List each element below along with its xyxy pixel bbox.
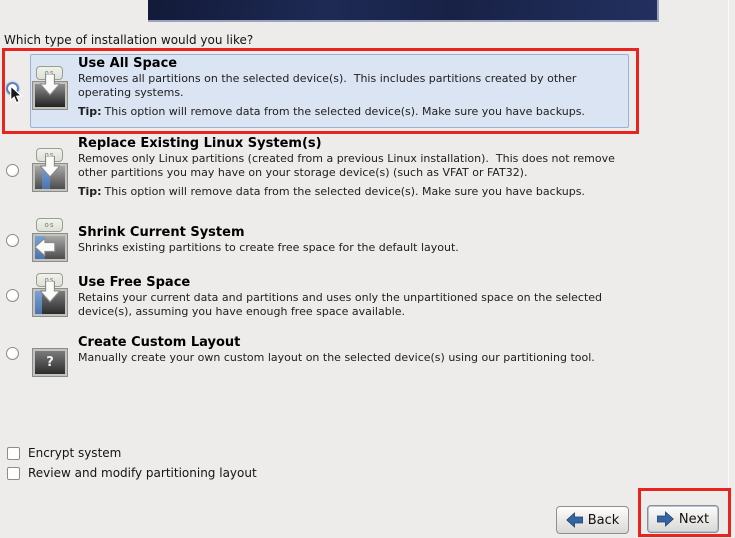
option-row-custom-layout[interactable]: ? Create Custom Layout Manually create y… (0, 333, 735, 383)
installer-partition-type-screen: Which type of installation would you lik… (0, 0, 735, 538)
review-partitioning-checkbox[interactable] (7, 466, 20, 480)
option-description: Manually create your own custom layout o… (78, 351, 595, 364)
option-row-replace-linux[interactable]: os Replace Existing Linux System(s) Remo… (0, 134, 735, 222)
option-title: Create Custom Layout (78, 335, 241, 350)
option-row-use-all-space[interactable]: os Use All Space Removes all partitions … (0, 48, 735, 138)
radio-custom-layout[interactable] (6, 347, 19, 360)
option-description: Retains your current data and partitions… (78, 291, 606, 318)
replace-linux-icon: os (32, 148, 68, 192)
option-title: Use Free Space (78, 275, 191, 290)
tip-text: This option will remove data from the se… (104, 185, 585, 198)
radio-replace-linux[interactable] (6, 164, 19, 177)
arrow-down-icon (40, 281, 60, 303)
option-description: Removes only Linux partitions (created f… (78, 152, 619, 179)
arrow-down-icon (40, 74, 60, 96)
back-arrow-icon (565, 512, 583, 528)
next-arrow-icon (656, 511, 674, 527)
encrypt-system-checkbox[interactable] (7, 446, 20, 460)
question-disk-icon: ? (32, 348, 68, 377)
radio-shrink-system[interactable] (6, 234, 19, 247)
shrink-system-icon: os (32, 218, 68, 262)
question-mark-glyph: ? (46, 355, 54, 370)
next-button[interactable]: Next (647, 505, 719, 533)
next-button-label: Next (678, 511, 710, 527)
back-button[interactable]: Back (556, 506, 629, 534)
os-bubble-icon: os (36, 218, 63, 232)
radio-use-free-space[interactable] (6, 289, 19, 302)
option-description: Shrinks existing partitions to create fr… (78, 241, 459, 254)
option-tip: Tip: This option will remove data from th… (78, 185, 626, 199)
encrypt-system-label: Encrypt system (28, 446, 122, 460)
mouse-cursor-icon (10, 85, 23, 104)
tip-text: This option will remove data from the se… (104, 105, 585, 118)
review-partitioning-row[interactable]: Review and modify partitioning layout (7, 466, 257, 480)
review-partitioning-label: Review and modify partitioning layout (28, 466, 257, 480)
custom-layout-icon: ? (32, 333, 68, 377)
installer-banner (148, 0, 659, 22)
option-row-use-free-space[interactable]: os Use Free Space Retains your current d… (0, 271, 735, 331)
option-title: Use All Space (78, 56, 178, 71)
option-title: Shrink Current System (78, 225, 245, 240)
encrypt-system-row[interactable]: Encrypt system (7, 446, 121, 460)
option-description: Removes all partitions on the selected d… (78, 72, 580, 99)
arrow-down-icon (40, 156, 60, 178)
back-button-label: Back (587, 512, 620, 528)
use-all-space-icon: os (32, 66, 68, 110)
option-tip: Tip: This option will remove data from th… (78, 105, 626, 119)
page-title: Which type of installation would you lik… (4, 33, 254, 47)
arrow-left-icon (35, 238, 56, 256)
option-title: Replace Existing Linux System(s) (78, 136, 322, 151)
tip-label: Tip: (78, 185, 102, 198)
tip-label: Tip: (78, 105, 102, 118)
option-row-shrink-system[interactable]: os Shrink Current System Shrinks existin… (0, 216, 735, 270)
use-free-space-icon: os (32, 273, 68, 317)
